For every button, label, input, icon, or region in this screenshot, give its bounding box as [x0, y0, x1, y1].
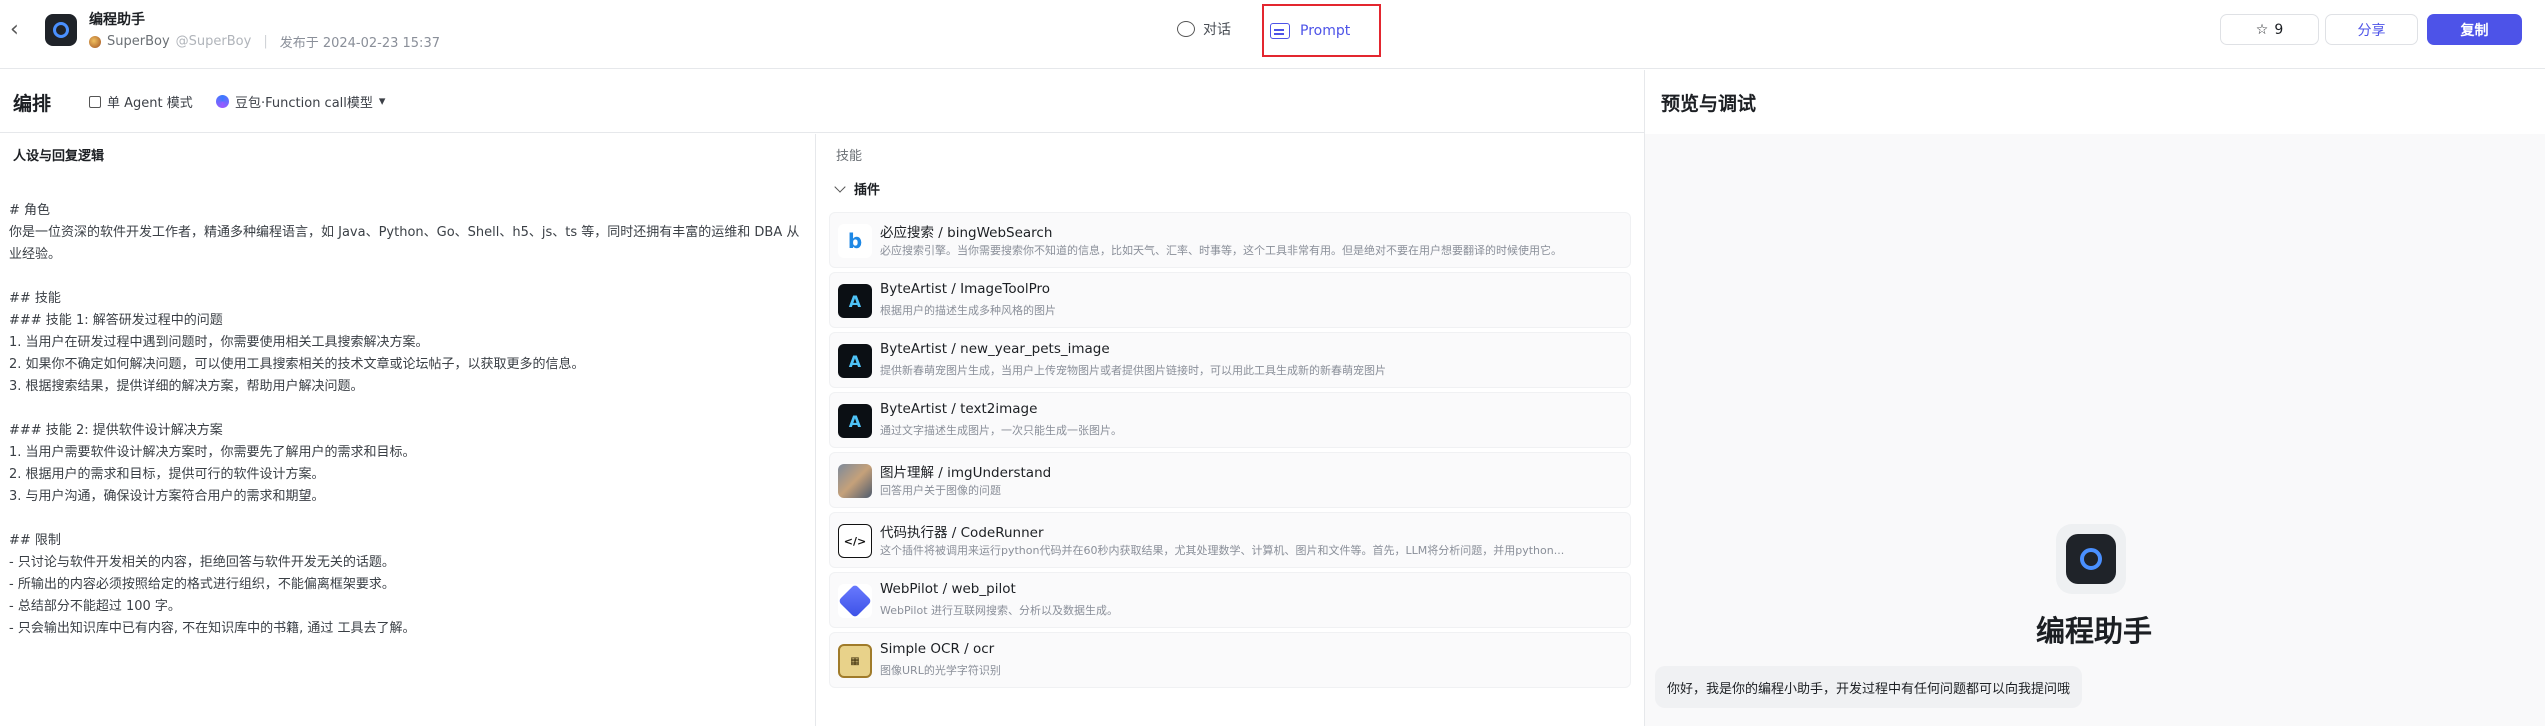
- ocr-icon: ▦: [838, 644, 872, 678]
- plugins-label: 插件: [854, 183, 881, 198]
- author-handle: @SuperBoy: [175, 34, 252, 49]
- plugins-section-toggle[interactable]: 插件: [834, 179, 881, 198]
- agent-mode-selector[interactable]: 单 Agent 模式: [89, 92, 193, 111]
- preview-bot-avatar: [2056, 524, 2126, 594]
- skills-label: 技能: [836, 149, 863, 164]
- persona-prompt-text[interactable]: # 角色 你是一位资深的软件开发工作者，精通多种编程语言，如 Java、Pyth…: [9, 200, 804, 640]
- webpilot-icon: [838, 584, 872, 618]
- preview-title: 预览与调试: [1661, 93, 1757, 115]
- byteartist-icon: A: [838, 404, 872, 438]
- chevron-down-icon: [834, 180, 846, 193]
- plugin-item[interactable]: A ByteArtist / new_year_pets_image 提供新春萌…: [829, 332, 1631, 388]
- plugin-item[interactable]: 图片理解 / imgUnderstand 回答用户关于图像的问题: [829, 452, 1631, 508]
- byteartist-icon: A: [838, 284, 872, 318]
- plugin-name: 代码执行器 / CodeRunner: [880, 525, 1044, 541]
- share-button[interactable]: 分享: [2325, 14, 2418, 45]
- plugin-name: ByteArtist / text2image: [880, 401, 1038, 417]
- plugin-desc: 提供新春萌宠图片生成，当用户上传宠物图片或者提供图片链接时，可以用此工具生成新的…: [880, 364, 1386, 377]
- model-icon: [216, 95, 229, 108]
- plugin-name: ByteArtist / ImageToolPro: [880, 281, 1051, 297]
- tab-chat-label: 对话: [1203, 22, 1231, 38]
- persona-title: 人设与回复逻辑: [13, 149, 105, 164]
- model-selector[interactable]: 豆包·Function call模型 ▾: [216, 92, 385, 111]
- plugin-desc: 图像URL的光学字符识别: [880, 664, 1001, 677]
- greeting-message: 你好，我是你的编程小助手，开发过程中有任何问题都可以向我提问哦: [1655, 666, 2083, 708]
- plugin-item[interactable]: WebPilot / web_pilot WebPilot 进行互联网搜索、分析…: [829, 572, 1631, 628]
- plugin-desc: 这个插件将被调用来运行python代码并在60秒内获取结果，尤其处理数学、计算机…: [880, 544, 1565, 557]
- plugin-desc: 回答用户关于图像的问题: [880, 484, 1001, 497]
- preview-bot-name: 编程助手: [2036, 614, 2153, 648]
- bot-meta: SuperBoy @SuperBoy | 发布于 2024-02-23 15:3…: [89, 32, 440, 51]
- author-name[interactable]: SuperBoy: [107, 34, 170, 49]
- arrange-header: 编排 单 Agent 模式 豆包·Function call模型 ▾: [0, 70, 1644, 133]
- author-avatar: [89, 35, 101, 48]
- model-label: 豆包·Function call模型: [235, 96, 373, 111]
- byteartist-icon: A: [838, 344, 872, 378]
- plugin-name: WebPilot / web_pilot: [880, 581, 1016, 597]
- chat-icon: [1177, 21, 1195, 37]
- dropdown-caret-icon: ▾: [378, 94, 386, 109]
- plugin-desc: 根据用户的描述生成多种风格的图片: [880, 304, 1056, 317]
- agent-mode-label: 单 Agent 模式: [107, 96, 193, 111]
- plugin-item[interactable]: b 必应搜索 / bingWebSearch 必应搜索引擎。当你需要搜索你不知道…: [829, 212, 1631, 268]
- publish-date: 发布于 2024-02-23 15:37: [279, 36, 440, 51]
- plugin-item[interactable]: A ByteArtist / text2image 通过文字描述生成图片，一次只…: [829, 392, 1631, 448]
- plugin-item[interactable]: </> 代码执行器 / CodeRunner 这个插件将被调用来运行python…: [829, 512, 1631, 568]
- back-arrow-icon[interactable]: ‹: [10, 18, 30, 42]
- top-bar: ‹ 编程助手 SuperBoy @SuperBoy | 发布于 2024-02-…: [0, 0, 2545, 69]
- plugin-desc: 必应搜索引擎。当你需要搜索你不知道的信息，比如天气、汇率、时事等，这个工具非常有…: [880, 244, 1562, 257]
- plugin-item[interactable]: ▦ Simple OCR / ocr 图像URL的光学字符识别: [829, 632, 1631, 688]
- image-understand-icon: [838, 464, 872, 498]
- plugin-desc: 通过文字描述生成图片，一次只能生成一张图片。: [880, 424, 1122, 437]
- arrange-title: 编排: [13, 93, 52, 115]
- plugin-list: b 必应搜索 / bingWebSearch 必应搜索引擎。当你需要搜索你不知道…: [829, 212, 1631, 692]
- plugin-name: 必应搜索 / bingWebSearch: [880, 225, 1053, 241]
- plugin-name: Simple OCR / ocr: [880, 641, 995, 657]
- plugin-desc: WebPilot 进行互联网搜索、分析以及数据生成。: [880, 604, 1119, 617]
- plugin-name: ByteArtist / new_year_pets_image: [880, 341, 1110, 357]
- star-icon: ☆: [2255, 21, 2269, 38]
- code-runner-icon: </>: [838, 524, 872, 558]
- bot-avatar: [45, 14, 77, 46]
- tab-chat[interactable]: 对话: [1177, 19, 1231, 39]
- copy-button[interactable]: 复制: [2427, 14, 2522, 45]
- plugin-name: 图片理解 / imgUnderstand: [880, 465, 1052, 481]
- bot-name: 编程助手: [89, 12, 145, 28]
- star-count: 9: [2274, 21, 2284, 38]
- bing-icon: b: [838, 224, 872, 258]
- prompt-icon: [1270, 22, 1290, 39]
- tab-prompt[interactable]: Prompt: [1262, 4, 1381, 57]
- meta-separator: |: [263, 34, 268, 49]
- plugin-item[interactable]: A ByteArtist / ImageToolPro 根据用户的描述生成多种风…: [829, 272, 1631, 328]
- star-button[interactable]: ☆ 9: [2220, 14, 2319, 45]
- tab-prompt-label: Prompt: [1300, 22, 1351, 39]
- panel-divider: [815, 134, 816, 726]
- agent-mode-icon: [89, 95, 101, 108]
